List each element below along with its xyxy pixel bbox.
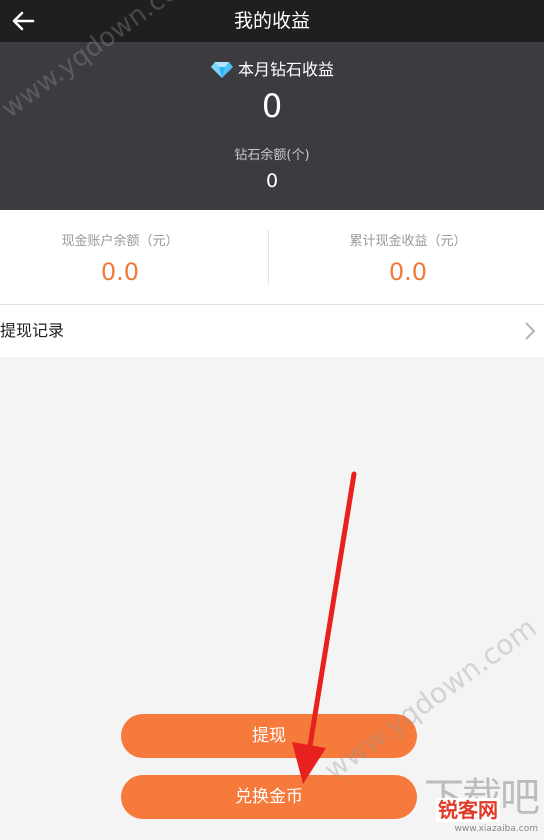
- total-cash-label: 累计现金收益（元）: [349, 234, 467, 249]
- diamond-icon: [210, 62, 233, 78]
- monthly-diamond-earnings-label: 本月钻石收益: [237, 60, 334, 79]
- top-bar: 我的收益: [0, 0, 544, 42]
- diamond-balance-value: 0: [265, 170, 279, 192]
- total-cash-value: 0.0: [388, 258, 428, 286]
- total-cash-stat: 累计现金收益（元） 0.0: [272, 210, 544, 304]
- withdraw-records-row[interactable]: 提现记录: [0, 305, 544, 357]
- logo-url-text: www.xiazaiba.com: [454, 824, 538, 834]
- cash-account-stat: 现金账户余额（元） 0.0: [0, 210, 256, 304]
- cash-account-label: 现金账户余额（元）: [61, 234, 179, 249]
- page-title: 我的收益: [233, 10, 310, 32]
- chevron-right-icon: [525, 322, 536, 340]
- withdraw-records-label: 提现记录: [0, 321, 65, 340]
- watermark-bottom: www.yqdown.com: [318, 610, 543, 787]
- monthly-diamond-earnings-value: 0: [261, 87, 283, 125]
- exchange-coins-button[interactable]: 兑换金币: [121, 775, 417, 819]
- stats-divider: [268, 230, 269, 284]
- cash-account-value: 0.0: [100, 258, 140, 286]
- diamond-balance-label: 钻石余额(个): [234, 148, 310, 163]
- logo-small-text: 锐客网: [436, 798, 500, 822]
- corner-logo: 下载吧 锐客网 www.xiazaiba.com: [404, 774, 540, 834]
- annotation-arrow-shaft: [306, 471, 357, 755]
- cash-stats-panel: 现金账户余额（元） 0.0 累计现金收益（元） 0.0: [0, 210, 544, 305]
